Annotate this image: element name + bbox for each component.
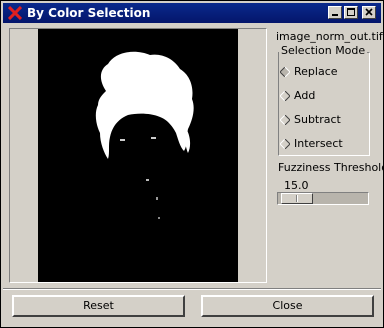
- window-title: By Color Selection: [27, 6, 151, 20]
- radio-diamond-icon: [280, 139, 290, 149]
- fuzziness-threshold-label: Fuzziness Threshold: [278, 161, 384, 174]
- app-icon: [8, 6, 22, 20]
- selection-mask: [95, 51, 194, 219]
- radio-intersect[interactable]: Intersect: [280, 137, 370, 151]
- radio-label: Subtract: [294, 113, 341, 126]
- minimize-icon: [332, 14, 338, 16]
- radio-label: Add: [294, 89, 316, 102]
- radio-subtract[interactable]: Subtract: [280, 113, 370, 127]
- radio-diamond-icon: [280, 115, 290, 125]
- radio-add[interactable]: Add: [280, 89, 370, 103]
- selection-mode-legend: Selection Mode: [279, 44, 368, 57]
- selection-preview-image[interactable]: [38, 29, 238, 282]
- image-filename: image_norm_out.tif: [276, 30, 383, 43]
- by-color-selection-window: By Color Selection image_norm_out.tif Se…: [0, 0, 384, 328]
- radio-label: Replace: [294, 65, 338, 78]
- radio-diamond-icon: [280, 67, 290, 77]
- radio-diamond-icon: [280, 91, 290, 101]
- radio-label: Intersect: [294, 137, 343, 150]
- close-button[interactable]: Close: [201, 295, 374, 317]
- maximize-button[interactable]: [344, 6, 358, 19]
- separator: [3, 288, 381, 290]
- maximize-icon: [347, 8, 355, 16]
- reset-button[interactable]: Reset: [12, 295, 185, 317]
- fuzziness-value: 15.0: [284, 179, 309, 192]
- slider-handle[interactable]: [281, 193, 313, 204]
- close-window-button[interactable]: [362, 6, 376, 19]
- radio-replace[interactable]: Replace: [280, 65, 370, 79]
- image-panel: [9, 28, 267, 283]
- minimize-button[interactable]: [328, 6, 342, 19]
- title-bar[interactable]: By Color Selection: [3, 3, 381, 23]
- fuzziness-slider[interactable]: [277, 192, 369, 205]
- close-icon: [365, 8, 373, 16]
